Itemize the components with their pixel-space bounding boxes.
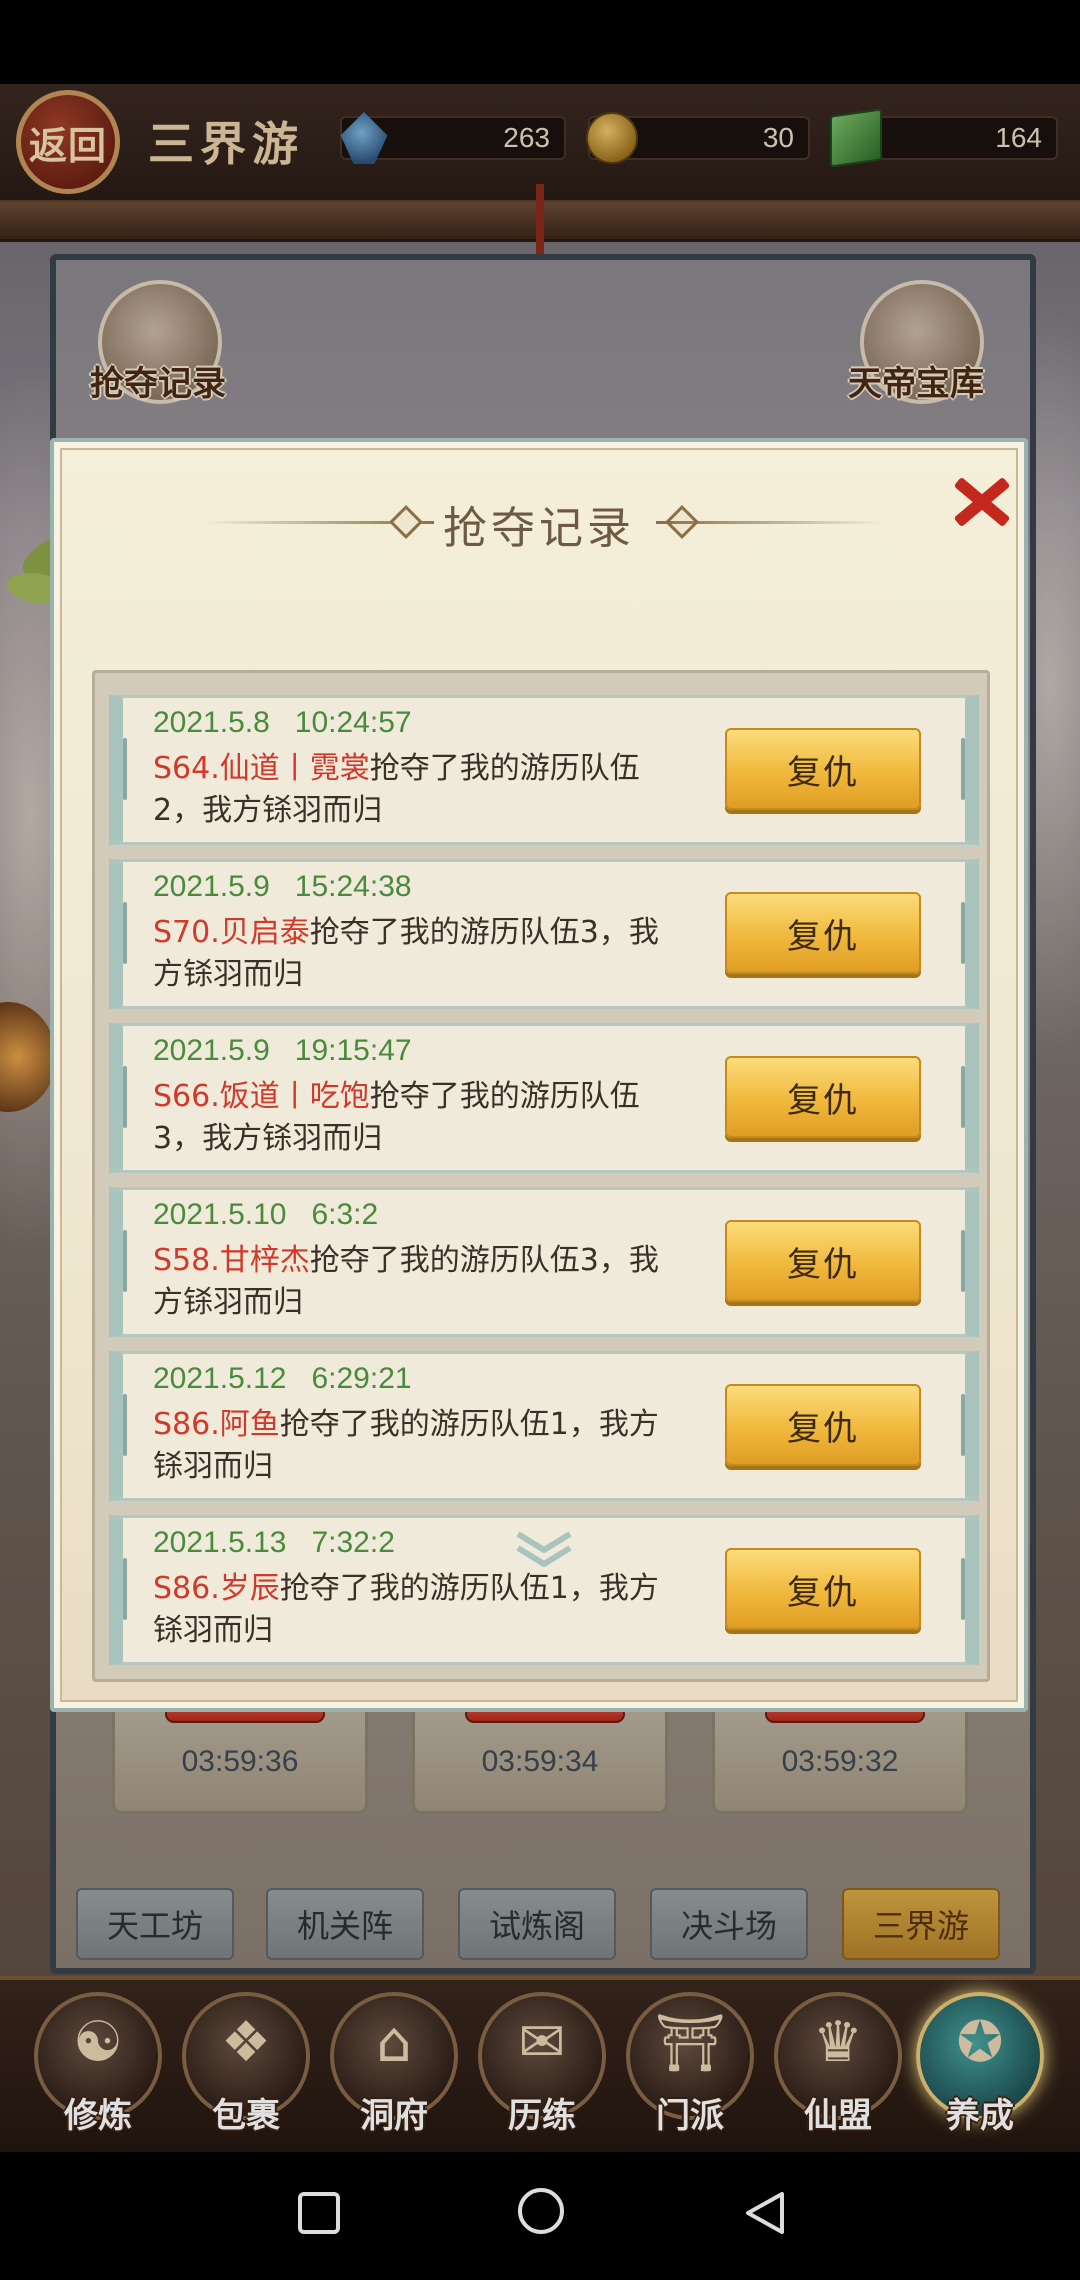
attacker-name: S66.饭道丨吃饱 (153, 1079, 370, 1114)
dialog-header: 抢夺记录 (54, 492, 1024, 554)
revenge-button[interactable]: 复仇 (725, 892, 921, 974)
revenge-button[interactable]: 复仇 (725, 1220, 921, 1302)
revenge-button[interactable]: 复仇 (725, 1056, 921, 1138)
record-date: 2021.5.13 7:32:2 (153, 1526, 395, 1559)
record-date: 2021.5.9 19:15:47 (153, 1034, 412, 1067)
attacker-name: S86.岁辰 (153, 1571, 280, 1606)
status-bar (0, 0, 1080, 84)
record-message: S86.阿鱼抢夺了我的游历队伍1，我方铩羽而归 (153, 1404, 673, 1488)
record-date: 2021.5.8 10:24:57 (153, 706, 412, 739)
record-date: 2021.5.12 6:29:21 (153, 1362, 412, 1395)
dialog-title: 抢夺记录 (443, 503, 635, 554)
attacker-name: S58.甘梓杰 (153, 1243, 310, 1278)
attacker-name: S70.贝启泰 (153, 915, 310, 950)
game-screen: 抢夺记录 天帝宝库 03:59:36 03:59:34 03:59:32 天工坊… (0, 84, 1080, 2152)
list-item: 2021.5.10 6:3:2 S58.甘梓杰抢夺了我的游历队伍3，我方铩羽而归… (109, 1187, 979, 1337)
home-icon[interactable] (518, 2188, 564, 2234)
revenge-button[interactable]: 复仇 (725, 1548, 921, 1630)
title-ornament-line (656, 521, 886, 524)
chevron-down-icon[interactable] (512, 1526, 576, 1570)
record-message: S58.甘梓杰抢夺了我的游历队伍3，我方铩羽而归 (153, 1240, 673, 1324)
list-item: 2021.5.9 15:24:38 S70.贝启泰抢夺了我的游历队伍3，我方铩羽… (109, 859, 979, 1009)
record-date: 2021.5.9 15:24:38 (153, 870, 412, 903)
list-item: 2021.5.9 19:15:47 S66.饭道丨吃饱抢夺了我的游历队伍3，我方… (109, 1023, 979, 1173)
system-navigation-bar (0, 2152, 1080, 2280)
back-triangle-icon[interactable] (742, 2190, 788, 2236)
attacker-name: S64.仙道丨霓裳 (153, 751, 370, 786)
record-date: 2021.5.10 6:3:2 (153, 1198, 379, 1231)
record-message: S66.饭道丨吃饱抢夺了我的游历队伍3，我方铩羽而归 (153, 1076, 673, 1160)
list-item: 2021.5.12 6:29:21 S86.阿鱼抢夺了我的游历队伍1，我方铩羽而… (109, 1351, 979, 1501)
attacker-name: S86.阿鱼 (153, 1407, 280, 1442)
close-icon[interactable] (946, 466, 1016, 536)
recent-apps-icon[interactable] (298, 2192, 340, 2234)
rob-record-dialog: 抢夺记录 2021.5.8 10:24:57 S64.仙道丨霓裳抢夺了我的游历队… (50, 438, 1028, 1712)
list-item: 2021.5.8 10:24:57 S64.仙道丨霓裳抢夺了我的游历队伍2，我方… (109, 695, 979, 845)
record-message: S86.岁辰抢夺了我的游历队伍1，我方铩羽而归 (153, 1568, 673, 1652)
revenge-button[interactable]: 复仇 (725, 728, 921, 810)
record-message: S64.仙道丨霓裳抢夺了我的游历队伍2，我方铩羽而归 (153, 748, 673, 832)
record-message: S70.贝启泰抢夺了我的游历队伍3，我方铩羽而归 (153, 912, 673, 996)
revenge-button[interactable]: 复仇 (725, 1384, 921, 1466)
